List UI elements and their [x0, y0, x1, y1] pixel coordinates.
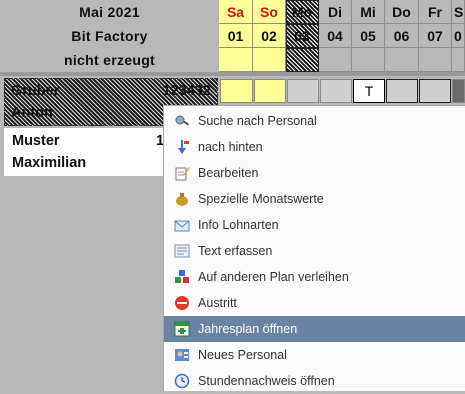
day-num-03[interactable]: 03 — [286, 24, 319, 48]
employee-first-name: Anton — [11, 105, 53, 121]
menu-item-label: Spezielle Monatswerte — [198, 192, 324, 206]
menu-item-label: Austritt — [198, 296, 237, 310]
day-cell-marked[interactable]: T — [353, 79, 385, 103]
employee-1-days: T — [219, 78, 465, 104]
day-name-so[interactable]: So — [253, 0, 286, 24]
menu-item-info-wage-types[interactable]: Info Lohnarten — [164, 212, 465, 238]
menu-item-open-time-record[interactable]: Stundennachweis öffnen — [164, 368, 465, 394]
header-separator — [0, 72, 465, 76]
menu-item-label: Auf anderen Plan verleihen — [198, 270, 349, 284]
plan-header: Mai 2021 Bit Factory nicht erzeugt — [0, 0, 219, 72]
day-cell[interactable] — [320, 79, 352, 103]
search-person-icon — [174, 113, 190, 129]
menu-item-label: Suche nach Personal — [198, 114, 317, 128]
menu-item-label: Jahresplan öffnen — [198, 322, 298, 336]
day-name-mo-label: Mo — [291, 4, 313, 20]
company-label: Bit Factory — [71, 28, 148, 44]
edit-icon — [174, 165, 190, 181]
day-num-08[interactable]: 0 — [452, 24, 465, 48]
day-name-mi[interactable]: Mi — [352, 0, 385, 24]
day-num-03-label: 03 — [294, 28, 310, 44]
day-num-01[interactable]: 01 — [219, 24, 253, 48]
menu-item-search-personal[interactable]: Suche nach Personal — [164, 108, 465, 134]
day-name-mo[interactable]: Mo — [286, 0, 319, 24]
employee-row-muster[interactable]: Muster Maximilian 1 — [4, 128, 164, 176]
year-plan-icon — [174, 321, 190, 337]
menu-item-label: nach hinten — [198, 140, 263, 154]
day-name-sa[interactable]: Sa — [219, 0, 253, 24]
employee-id: 123432 — [162, 83, 211, 99]
day-cell[interactable] — [419, 79, 451, 103]
day-name-sa-2[interactable]: S — [452, 0, 465, 24]
summary-cell — [352, 48, 385, 72]
day-cell[interactable] — [220, 79, 253, 103]
summary-cell — [286, 48, 319, 72]
menu-item-new-personal[interactable]: Neues Personal — [164, 342, 465, 368]
day-name-do[interactable]: Do — [385, 0, 419, 24]
day-num-02[interactable]: 02 — [253, 24, 286, 48]
summary-cell — [219, 48, 253, 72]
summary-cell — [253, 48, 286, 72]
stop-icon — [174, 295, 190, 311]
text-icon — [174, 243, 190, 259]
menu-item-move-back[interactable]: nach hinten — [164, 134, 465, 160]
day-cell[interactable] — [287, 79, 319, 103]
menu-item-special-month-values[interactable]: Spezielle Monatswerte — [164, 186, 465, 212]
employee-last-name: Gruber — [11, 83, 60, 99]
status-label: nicht erzeugt — [63, 52, 156, 68]
day-name-di[interactable]: Di — [319, 0, 352, 24]
calendar-header: Sa So Mo Di Mi Do Fr S 01 02 03 04 05 06… — [219, 0, 465, 72]
day-num-05[interactable]: 05 — [352, 24, 385, 48]
menu-item-label: Stundennachweis öffnen — [198, 374, 335, 388]
menu-item-label: Info Lohnarten — [198, 218, 279, 232]
day-num-06[interactable]: 06 — [385, 24, 419, 48]
menu-item-label: Neues Personal — [198, 348, 287, 362]
day-cell[interactable] — [452, 79, 465, 103]
menu-item-lend-to-plan[interactable]: Auf anderen Plan verleihen — [164, 264, 465, 290]
menu-item-open-year-plan[interactable]: Jahresplan öffnen — [164, 316, 465, 342]
day-num-04[interactable]: 04 — [319, 24, 352, 48]
day-num-07[interactable]: 07 — [419, 24, 452, 48]
day-cell[interactable] — [254, 79, 286, 103]
clock-icon — [174, 373, 190, 389]
summary-cell — [419, 48, 452, 72]
money-bag-icon — [174, 191, 190, 207]
new-person-icon — [174, 347, 190, 363]
summary-cell — [452, 48, 465, 72]
context-menu: Suche nach Personal nach hinten Bearbeit… — [163, 105, 465, 391]
month-label: Mai 2021 — [79, 4, 140, 20]
employee-first-name: Maximilian — [12, 155, 87, 171]
employee-last-name: Muster — [12, 133, 60, 149]
lend-icon — [174, 269, 190, 285]
menu-item-label: Text erfassen — [198, 244, 273, 258]
summary-cell — [385, 48, 419, 72]
day-cell[interactable] — [386, 79, 418, 103]
arrow-back-icon — [174, 139, 190, 155]
menu-item-enter-text[interactable]: Text erfassen — [164, 238, 465, 264]
menu-item-edit[interactable]: Bearbeiten — [164, 160, 465, 186]
mail-info-icon — [174, 217, 190, 233]
menu-item-label: Bearbeiten — [198, 166, 259, 180]
day-name-fr[interactable]: Fr — [419, 0, 452, 24]
summary-cell — [319, 48, 352, 72]
menu-item-exit[interactable]: Austritt — [164, 290, 465, 316]
